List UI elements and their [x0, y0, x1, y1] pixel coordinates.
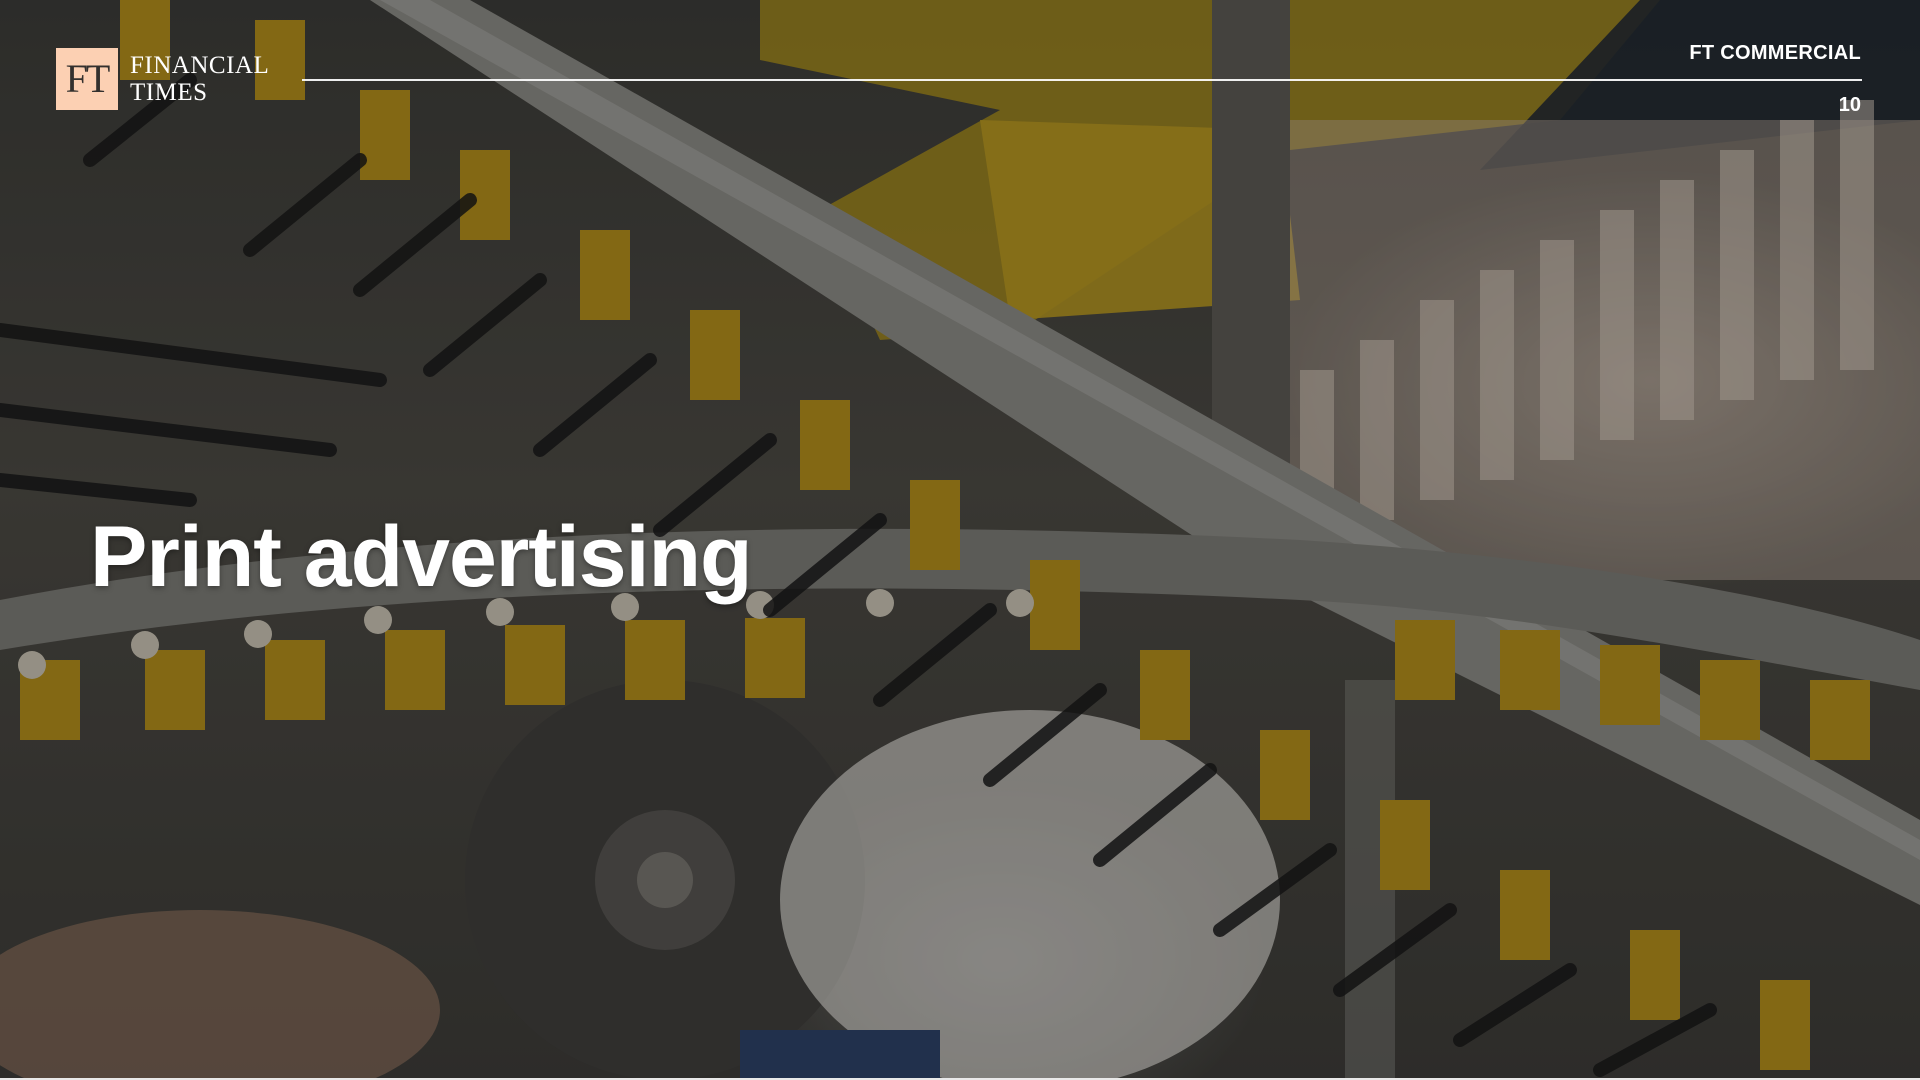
ft-logo: FT FINANCIAL TIMES — [56, 48, 269, 110]
slide-title: Print advertising — [90, 509, 753, 605]
page-number: 10 — [1838, 94, 1861, 116]
header-label: FT COMMERCIAL — [1689, 42, 1861, 64]
header-divider — [302, 79, 1862, 81]
logo-line-financial: FINANCIAL — [130, 52, 270, 79]
logo-line-times: TIMES — [130, 79, 208, 106]
ft-logo-mark: FT — [56, 48, 118, 110]
ft-logo-wordmark: FINANCIAL TIMES — [130, 52, 269, 106]
